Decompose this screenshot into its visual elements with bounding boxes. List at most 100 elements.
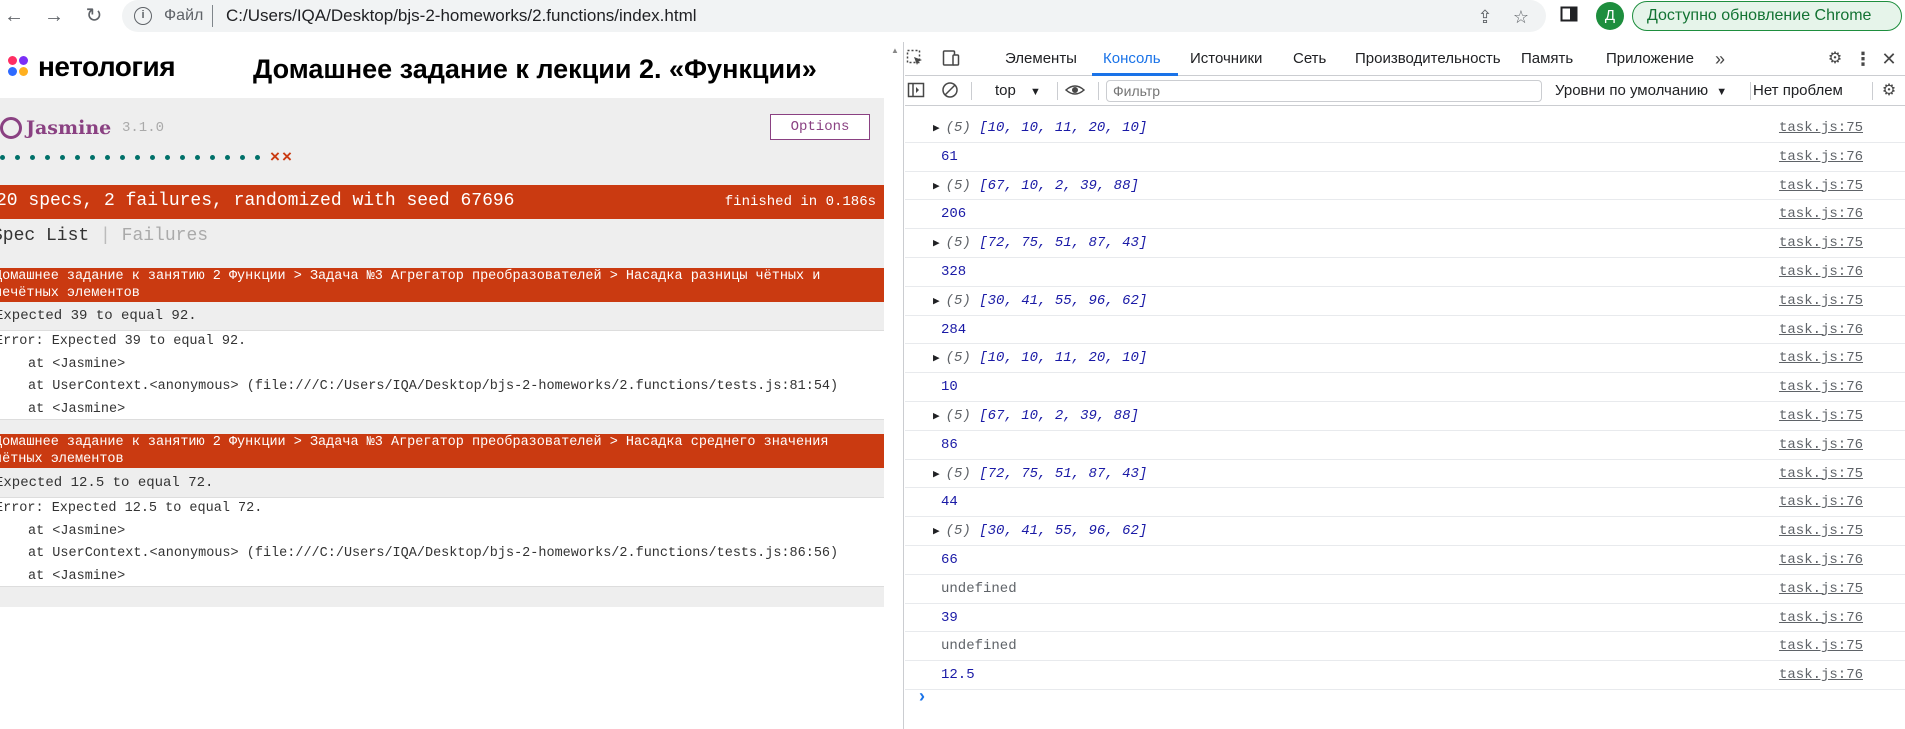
failure-title[interactable]: Домашнее задание к занятию 2 Функции > З… xyxy=(0,268,884,302)
context-select[interactable]: top ▼ xyxy=(995,82,1041,99)
source-link[interactable]: task.js:75 xyxy=(1779,523,1863,539)
source-link[interactable]: task.js:76 xyxy=(1779,322,1863,338)
expand-triangle-icon[interactable]: ▶ xyxy=(933,123,940,135)
spec-passed-dot[interactable] xyxy=(75,154,80,160)
tab-elements[interactable]: Элементы xyxy=(1005,50,1077,67)
tab-failures[interactable]: Failures xyxy=(122,226,208,246)
devtools-splitter[interactable]: ▲ xyxy=(884,42,904,729)
settings-gear-icon[interactable]: ⚙ xyxy=(1825,49,1845,69)
spec-passed-dot[interactable] xyxy=(195,154,200,160)
spec-passed-dot[interactable] xyxy=(15,154,20,160)
spec-passed-dot[interactable] xyxy=(30,154,35,160)
forward-arrow-icon[interactable]: → xyxy=(42,4,66,28)
source-link[interactable]: task.js:76 xyxy=(1779,264,1863,280)
spec-passed-dot[interactable] xyxy=(45,154,50,160)
spec-passed-dot[interactable] xyxy=(255,154,260,160)
source-link[interactable]: task.js:76 xyxy=(1779,610,1863,626)
side-panel-icon[interactable] xyxy=(1558,5,1580,27)
expand-triangle-icon[interactable]: ▶ xyxy=(933,469,940,481)
source-link[interactable]: task.js:75 xyxy=(1779,178,1863,194)
info-icon[interactable]: i xyxy=(134,7,152,25)
console-settings-gear-icon[interactable]: ⚙ xyxy=(1879,81,1899,101)
spec-passed-dot[interactable] xyxy=(135,154,140,160)
expand-triangle-icon[interactable]: ▶ xyxy=(933,296,940,308)
spec-failed-mark[interactable]: × xyxy=(270,148,280,165)
spec-passed-dot[interactable] xyxy=(150,154,155,160)
spec-passed-dot[interactable] xyxy=(180,154,185,160)
filter-input[interactable] xyxy=(1106,80,1542,102)
share-icon[interactable]: ⇪ xyxy=(1474,6,1496,28)
tab-memory[interactable]: Память xyxy=(1521,50,1573,67)
source-link[interactable]: task.js:76 xyxy=(1779,552,1863,568)
console-message[interactable]: ▶ (5) [67, 10, 2, 39, 88] xyxy=(933,408,1139,424)
clear-console-icon[interactable] xyxy=(940,81,960,101)
spec-passed-dot[interactable] xyxy=(120,154,125,160)
console-log-row: 12.5 task.js:76 xyxy=(905,661,1905,690)
address-bar[interactable]: i Файл C:/Users/IQA/Desktop/bjs-2-homewo… xyxy=(122,0,1546,32)
spec-passed-dot[interactable] xyxy=(105,154,110,160)
tab-console[interactable]: Консоль xyxy=(1103,50,1161,67)
tab-network[interactable]: Сеть xyxy=(1293,50,1326,67)
console-message[interactable]: ▶ (5) [30, 41, 55, 96, 62] xyxy=(933,523,1147,539)
close-icon[interactable]: ✕ xyxy=(1879,49,1899,69)
console-message[interactable]: ▶ (5) [10, 10, 11, 20, 10] xyxy=(933,350,1147,366)
source-link[interactable]: task.js:75 xyxy=(1779,638,1863,654)
spec-passed-dot[interactable] xyxy=(225,154,230,160)
issues-counter[interactable]: Нет проблем xyxy=(1753,82,1843,99)
failure-title[interactable]: Домашнее задание к занятию 2 Функции > З… xyxy=(0,434,884,468)
more-options-icon[interactable]: ⋮ xyxy=(1853,49,1873,69)
spec-passed-dot[interactable] xyxy=(240,154,245,160)
back-arrow-icon[interactable]: ← xyxy=(2,4,26,28)
expand-triangle-icon[interactable]: ▶ xyxy=(933,353,940,365)
tab-performance[interactable]: Производительность xyxy=(1355,50,1501,67)
page-header: нетология Домашнее задание к лекции 2. «… xyxy=(0,42,884,98)
more-tabs-chevron-icon[interactable]: » xyxy=(1710,49,1730,69)
live-expression-eye-icon[interactable] xyxy=(1064,81,1086,101)
console-message: 61 xyxy=(941,148,958,165)
spec-passed-dot[interactable] xyxy=(0,154,5,160)
source-link[interactable]: task.js:75 xyxy=(1779,293,1863,309)
expand-triangle-icon[interactable]: ▶ xyxy=(933,411,940,423)
expand-triangle-icon[interactable]: ▶ xyxy=(933,181,940,193)
tab-spec-list[interactable]: Spec List xyxy=(0,226,89,246)
device-toolbar-icon[interactable] xyxy=(941,49,961,69)
spec-passed-dot[interactable] xyxy=(60,154,65,160)
url-text[interactable]: C:/Users/IQA/Desktop/bjs-2-homeworks/2.f… xyxy=(226,6,697,26)
source-link[interactable]: task.js:75 xyxy=(1779,235,1863,251)
source-link[interactable]: task.js:75 xyxy=(1779,408,1863,424)
console-message[interactable]: ▶ (5) [72, 75, 51, 87, 43] xyxy=(933,235,1147,251)
log-levels-select[interactable]: Уровни по умолчанию ▼ xyxy=(1555,82,1727,99)
source-link[interactable]: task.js:76 xyxy=(1779,379,1863,395)
sidebar-toggle-icon[interactable] xyxy=(906,81,926,101)
source-link[interactable]: task.js:76 xyxy=(1779,206,1863,222)
bookmark-star-icon[interactable]: ☆ xyxy=(1510,6,1532,28)
profile-avatar[interactable]: Д xyxy=(1596,2,1624,30)
options-button[interactable]: Options xyxy=(770,114,870,140)
reload-icon[interactable]: ↻ xyxy=(82,4,106,28)
inspect-element-icon[interactable] xyxy=(905,49,925,69)
scroll-up-icon[interactable]: ▲ xyxy=(891,46,899,55)
tab-application[interactable]: Приложение xyxy=(1606,50,1694,67)
spec-passed-dot[interactable] xyxy=(90,154,95,160)
console-message[interactable]: ▶ (5) [30, 41, 55, 96, 62] xyxy=(933,293,1147,309)
spec-passed-dot[interactable] xyxy=(210,154,215,160)
source-link[interactable]: task.js:75 xyxy=(1779,466,1863,482)
source-link[interactable]: task.js:75 xyxy=(1779,120,1863,136)
console-prompt-chevron-icon[interactable]: › xyxy=(919,686,925,707)
chrome-update-button[interactable]: Доступно обновление Chrome xyxy=(1632,1,1902,31)
spec-failed-mark[interactable]: × xyxy=(282,148,292,165)
source-link[interactable]: task.js:75 xyxy=(1779,581,1863,597)
expand-triangle-icon[interactable]: ▶ xyxy=(933,238,940,250)
source-link[interactable]: task.js:76 xyxy=(1779,437,1863,453)
expand-triangle-icon[interactable]: ▶ xyxy=(933,526,940,538)
console-message[interactable]: ▶ (5) [67, 10, 2, 39, 88] xyxy=(933,178,1139,194)
stack-line: at UserContext.<anonymous> (file:///C:/U… xyxy=(28,379,839,394)
source-link[interactable]: task.js:76 xyxy=(1779,149,1863,165)
tab-sources[interactable]: Источники xyxy=(1190,50,1262,67)
source-link[interactable]: task.js:76 xyxy=(1779,494,1863,510)
source-link[interactable]: task.js:75 xyxy=(1779,350,1863,366)
console-message[interactable]: ▶ (5) [10, 10, 11, 20, 10] xyxy=(933,120,1147,136)
spec-passed-dot[interactable] xyxy=(165,154,170,160)
source-link[interactable]: task.js:76 xyxy=(1779,667,1863,683)
console-message[interactable]: ▶ (5) [72, 75, 51, 87, 43] xyxy=(933,466,1147,482)
